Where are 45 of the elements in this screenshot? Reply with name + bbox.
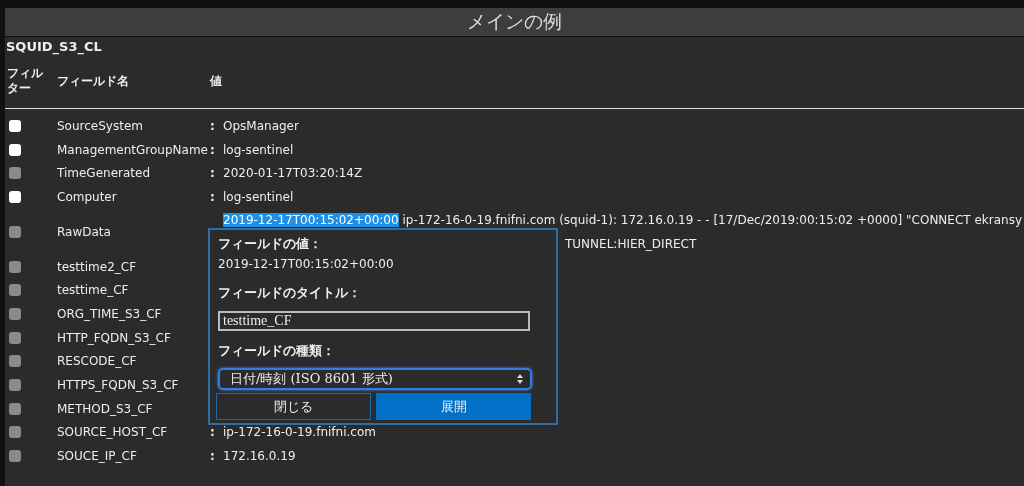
separator-colon: : [210,425,216,440]
filter-checkbox[interactable] [9,143,21,156]
field-label: フィールドの値： [218,236,322,253]
field-name: HTTP_FQDN_S3_CF [57,330,171,345]
field-value: 2019-12-17T00:15:02+00:00 ip-172-16-0-19.fnifni.com (squid-1): 172.16.0.19 - - [17/Dec/2019:00:15:02 +0000] "CONNECT ekransy [223,212,1023,227]
field-name: RESCODE_CF [57,354,137,369]
separator-colon: : [210,118,216,133]
dropdown-arrows-icon [516,373,524,385]
field-value: 172.16.0.19 [223,449,296,464]
field-name: Computer [57,189,117,204]
field-name: HTTPS_FQDN_S3_CF [57,378,179,393]
field-value: 2019-12-17T00:15:02+00:00 [218,257,394,271]
field-value: OpsManager [223,118,299,133]
field-value: ip-172-16-0-19.fnifni.com [223,425,376,440]
field-name: METHOD_S3_CF [57,401,153,416]
field-name: TimeGenerated [57,166,151,181]
field-name: ORG_TIME_S3_CF [57,306,162,321]
separator-colon: : [210,142,216,157]
separator-colon: : [210,166,216,181]
field-value: 2020-01-17T03:20:14Z [223,166,363,181]
field-label: フィールドのタイトル： [218,285,361,302]
expand-button[interactable]: 展開 [376,393,531,420]
field-value: log-sentinel [223,142,294,157]
field-name: SOURCE_HOST_CF [57,425,168,440]
field-value-continued: TUNNEL:HIER_DIRECT [565,236,697,251]
field-name: SourceSystem [57,118,143,133]
close-button[interactable]: 閉じる [216,393,371,420]
filter-checkbox[interactable] [9,119,21,132]
filter-checkbox[interactable] [9,190,21,203]
field-name: testtime_CF [57,283,129,298]
separator-colon: : [210,189,216,204]
field-name: SOUCE_IP_CF [57,449,137,464]
table-name: SQUID_S3_CL [5,38,102,54]
field-name: testtime2_CF [57,259,137,274]
title-input[interactable]: testtime_CF [218,311,530,331]
separator-colon: : [210,449,216,464]
column-header: フィールド名 [57,73,129,88]
field-name: RawData [57,224,111,239]
header-title: メインの例 [467,9,562,34]
field-name: ManagementGroupName [57,142,208,157]
column-header: フィルター [7,66,44,96]
field-label: フィールドの種類： [218,343,335,360]
field-value: log-sentinel [223,189,294,204]
type-dropdown[interactable]: 日付/時刻 (ISO 8601 形式) [218,368,532,390]
column-header: 値 [210,72,222,90]
